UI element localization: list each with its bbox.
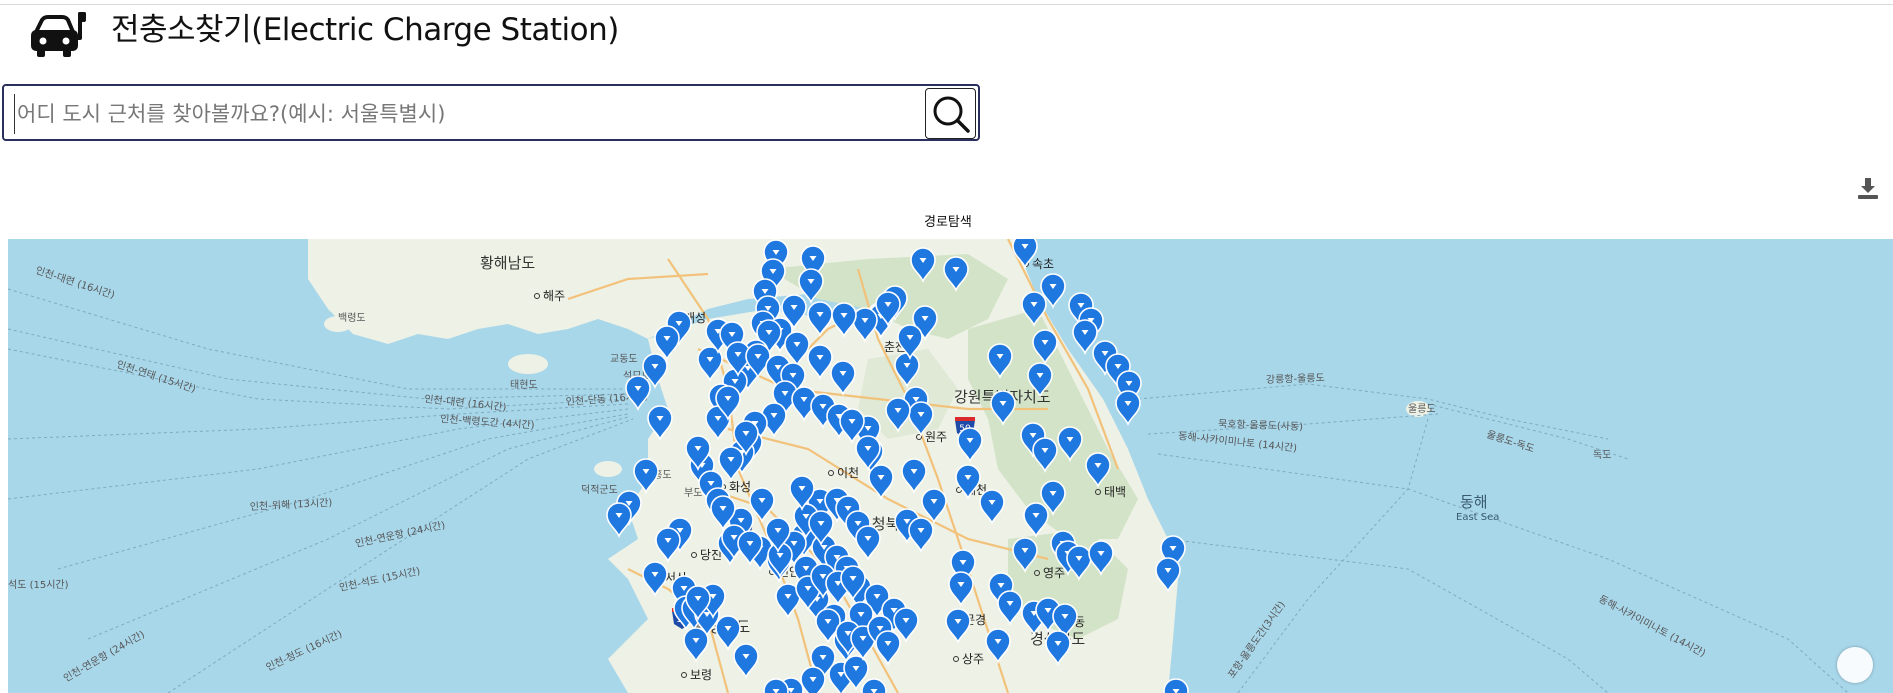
- city-label: 보령: [690, 668, 712, 682]
- city-label: 영주: [1043, 566, 1065, 580]
- top-divider: [0, 4, 1893, 5]
- city-label: 화성: [729, 480, 751, 494]
- search-icon: [933, 96, 970, 133]
- city-label: 당진: [700, 548, 722, 562]
- download-icon[interactable]: [1857, 176, 1879, 200]
- city-label: 해주: [543, 289, 565, 303]
- sea-label-en: East Sea: [1456, 512, 1499, 523]
- route-search-link[interactable]: 경로탐색: [924, 211, 972, 230]
- city-label: 독도: [1593, 449, 1611, 461]
- region-label: 황해남도: [480, 254, 535, 272]
- search-input[interactable]: [14, 94, 919, 134]
- sea-label: 동해: [1460, 493, 1488, 511]
- page-title: 전충소찾기(Electric Charge Station): [111, 12, 619, 48]
- city-label: 부도: [684, 488, 702, 499]
- ferry-route-label: 석도 (15시간): [8, 579, 69, 591]
- city-label: 덕적군도: [581, 484, 618, 496]
- search-button[interactable]: [925, 88, 976, 139]
- ferry-route-label: 강릉항-울릉도: [1266, 372, 1325, 386]
- city-label: 상주: [962, 652, 984, 666]
- city-label: 백령도: [338, 312, 366, 324]
- city-label: 교동도: [610, 353, 638, 365]
- search-bar: [2, 84, 980, 141]
- city-label: 속초: [1032, 257, 1054, 271]
- map-view[interactable]: 50 40 15 황해남도 강원특별자치도 충청남도 충청북도 경상북도 해주 …: [8, 239, 1893, 693]
- car-charger-icon: [31, 12, 86, 57]
- city-label: 태현도: [510, 379, 538, 391]
- city-label: 태백: [1104, 485, 1126, 499]
- map-canvas: 50 40 15 황해남도 강원특별자치도 충청남도 충청북도 경상북도 해주 …: [8, 239, 1893, 693]
- city-label: 울릉도: [1408, 403, 1436, 415]
- city-label: 이천: [837, 465, 859, 480]
- city-label: 원주: [925, 430, 947, 444]
- map-zoom-control[interactable]: [1837, 647, 1873, 683]
